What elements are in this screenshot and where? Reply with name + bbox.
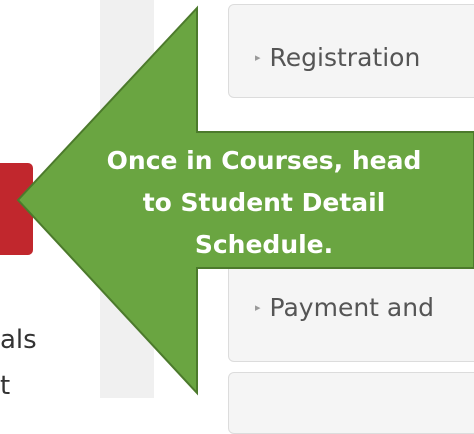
callout-line-2: to Student Detail: [142, 188, 386, 217]
callout-line-1: Once in Courses, head: [106, 146, 422, 175]
callout-text: Once in Courses, head to Student Detail …: [58, 140, 470, 266]
callout-line-3: Schedule.: [194, 230, 334, 259]
